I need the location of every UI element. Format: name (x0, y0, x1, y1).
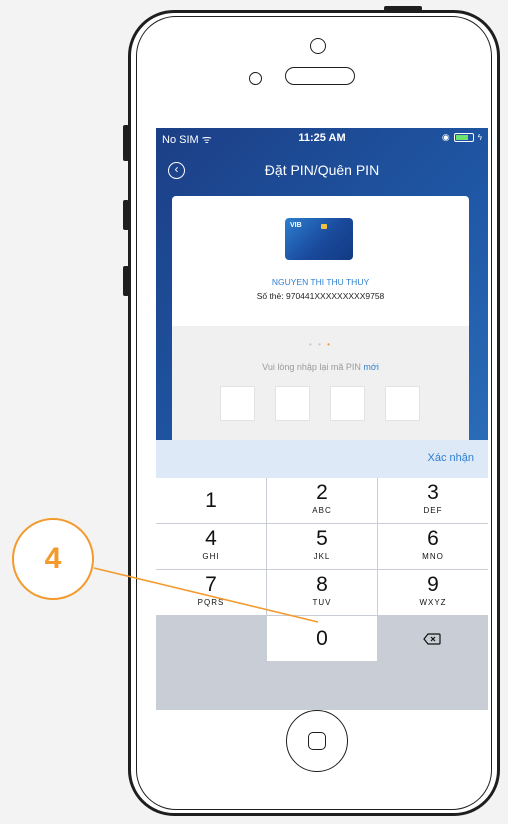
earpiece-speaker (285, 67, 355, 85)
status-bar: No SIM ᯤ 11:25 AM ◉ ϟ (156, 128, 488, 148)
pin-prompt: Vui lòng nhập lại mã PIN mới (172, 362, 469, 372)
backspace-icon (423, 633, 441, 645)
key-letters: DEF (423, 506, 443, 515)
confirm-button[interactable]: Xác nhận (428, 452, 474, 464)
alarm-icon: ◉ (441, 132, 450, 142)
key-number: 0 (316, 627, 328, 650)
key-8[interactable]: 8 TUV (267, 570, 377, 615)
home-square-icon (308, 732, 326, 750)
phone-screen: No SIM ᯤ 11:25 AM ◉ ϟ ‹ Đặt PIN/Quên PIN… (156, 128, 488, 710)
key-5[interactable]: 5 JKL (267, 524, 377, 569)
numeric-keypad: 1 2 ABC 3 DEF 4 GHI 5 JKL 6 MNO 7 PQRS 8 (156, 478, 488, 710)
key-letters: JKL (313, 552, 331, 561)
bank-logo: VIB (290, 222, 302, 229)
key-1[interactable]: 1 (156, 478, 266, 523)
pin-prompt-text: Vui lòng nhập lại mã PIN (262, 362, 361, 372)
key-0[interactable]: 0 (267, 616, 377, 661)
key-letters: WXYZ (419, 598, 447, 607)
card-chip-icon (321, 224, 327, 229)
pin-digit-box[interactable] (385, 386, 420, 421)
battery-icon (453, 133, 474, 142)
key-number: 6 (427, 527, 439, 550)
status-icons: ◉ ϟ (442, 132, 482, 143)
delete-key[interactable] (378, 616, 488, 661)
key-letters: GHI (202, 552, 220, 561)
front-camera (310, 38, 326, 54)
keyboard-toolbar: Xác nhận (156, 440, 488, 478)
step-dot: • (309, 340, 314, 349)
key-number: 7 (205, 573, 217, 596)
step-number-badge: 4 (12, 518, 94, 600)
key-letters: PQRS (197, 598, 225, 607)
mute-switch (123, 125, 129, 161)
volume-down-button (123, 266, 129, 296)
key-number: 8 (316, 573, 328, 596)
card-number: Số thẻ: 970441XXXXXXXXX9758 (256, 291, 385, 301)
key-2[interactable]: 2 ABC (267, 478, 377, 523)
key-3[interactable]: 3 DEF (378, 478, 488, 523)
key-number: 9 (427, 573, 439, 596)
pin-digit-box[interactable] (330, 386, 365, 421)
key-7[interactable]: 7 PQRS (156, 570, 266, 615)
pin-digit-box[interactable] (220, 386, 255, 421)
proximity-sensor (249, 72, 262, 85)
step-dot-active: • (327, 340, 332, 349)
card-info-panel: VIB NGUYEN THI THU THUY Số thẻ: 970441XX… (172, 196, 469, 326)
key-9[interactable]: 9 WXYZ (378, 570, 488, 615)
card-holder-name: NGUYEN THI THU THUY (271, 277, 370, 287)
step-dot: • (318, 340, 323, 349)
home-button[interactable] (286, 710, 348, 772)
key-4[interactable]: 4 GHI (156, 524, 266, 569)
power-button (384, 6, 422, 11)
step-indicator: • • • (172, 340, 469, 349)
key-letters: TUV (312, 598, 332, 607)
key-number: 2 (316, 481, 328, 504)
key-number: 4 (205, 527, 217, 550)
page-title: Đặt PIN/Quên PIN (264, 162, 380, 178)
pin-entry-panel: • • • Vui lòng nhập lại mã PIN mới (172, 326, 469, 440)
bank-card-image: VIB (285, 218, 353, 260)
key-number: 1 (205, 489, 217, 512)
key-number: 5 (316, 527, 328, 550)
volume-up-button (123, 200, 129, 230)
pin-digit-box[interactable] (275, 386, 310, 421)
charging-icon: ϟ (477, 133, 482, 142)
key-letters: MNO (422, 552, 444, 561)
key-blank (156, 616, 266, 661)
pin-prompt-accent: mới (363, 362, 379, 372)
status-time: 11:25 AM (298, 132, 346, 144)
key-number: 3 (427, 481, 439, 504)
key-letters: ABC (312, 506, 332, 515)
key-6[interactable]: 6 MNO (378, 524, 488, 569)
